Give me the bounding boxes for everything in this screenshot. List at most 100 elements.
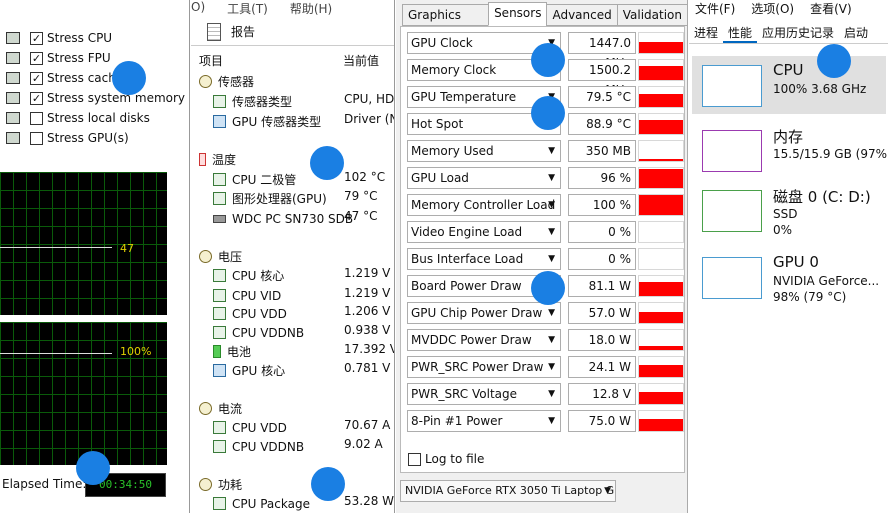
sensor-graph — [638, 167, 684, 189]
graph-value: 47 — [120, 242, 134, 255]
tab-performance[interactable]: 性能 — [723, 22, 758, 43]
sensor-name: PWR_SRC Power Draw — [411, 360, 544, 374]
tree-row-label: CPU Package — [232, 496, 310, 511]
tree-group[interactable]: 传感器 — [199, 72, 254, 91]
performance-item[interactable]: 内存 15.5/15.9 GB (97%) — [692, 121, 888, 179]
sensor-name-dropdown[interactable]: Memory Controller Load ▼ — [407, 194, 561, 216]
sensor-graph-fill — [639, 392, 683, 404]
sensor-name-dropdown[interactable]: Video Engine Load ▼ — [407, 221, 561, 243]
sensor-row: Memory Used ▼ 350 MB — [404, 140, 686, 162]
stress-option[interactable]: ✓ Stress CPU — [0, 28, 189, 48]
stress-option-checkbox[interactable]: ✓ — [30, 51, 43, 65]
sensor-name-dropdown[interactable]: GPU Chip Power Draw ▼ — [407, 302, 561, 324]
stress-option-label: Stress CPU — [47, 31, 113, 45]
tree-row[interactable]: CPU Package — [213, 494, 310, 513]
tree-row[interactable]: 图形处理器(GPU) — [213, 189, 327, 208]
tree-row-value: 1.219 V — [344, 286, 391, 300]
tree-row[interactable]: GPU 传感器类型 — [213, 112, 321, 131]
sensor-name-dropdown[interactable]: 8-Pin #1 Power ▼ — [407, 410, 561, 432]
menu-item-options[interactable]: 选项(O) — [751, 0, 794, 17]
sensor-row: PWR_SRC Voltage ▼ 12.8 V — [404, 383, 686, 405]
stress-option[interactable]: Stress GPU(s) — [0, 128, 189, 148]
marker-dot — [817, 44, 851, 78]
tree-row[interactable]: GPU 核心 — [213, 361, 285, 380]
stress-option-checkbox[interactable] — [30, 131, 43, 145]
battery-icon — [213, 345, 221, 358]
tree-group[interactable]: 电压 — [199, 247, 242, 266]
tree-group[interactable]: 温度 — [199, 150, 236, 169]
tab-advanced[interactable]: Advanced — [546, 4, 618, 26]
menu-item-tools[interactable]: 工具(T) — [227, 0, 268, 17]
stress-test-panel: ✓ Stress CPU ✓ Stress FPU ✓ Stress cache ✓ Stre… — [0, 0, 190, 513]
log-to-file-checkbox[interactable] — [408, 452, 421, 466]
tree-row-value: 9.02 A — [344, 437, 383, 451]
performance-detail: SSD — [773, 207, 798, 221]
column-header-item[interactable]: 项目 — [199, 52, 223, 69]
tree-row[interactable]: CPU VDD — [213, 304, 287, 323]
tree-row-label: CPU VDD — [232, 306, 287, 321]
performance-detail: 0% — [773, 223, 793, 237]
stress-option[interactable]: ✓ Stress FPU — [0, 48, 189, 68]
tree-row[interactable]: 电池 — [213, 342, 251, 361]
tree-row-value: 47 °C — [344, 209, 378, 223]
tree-row-value: 1.219 V — [344, 266, 391, 280]
stress-option-checkbox[interactable]: ✓ — [30, 91, 43, 105]
tree-row-label: CPU 二极管 — [232, 173, 297, 187]
sensor-graph-fill — [639, 312, 683, 323]
stress-option-checkbox[interactable] — [30, 111, 43, 125]
tree-group[interactable]: 电流 — [199, 399, 242, 418]
stress-option[interactable]: ✓ Stress system memory — [0, 88, 189, 108]
performance-item[interactable]: CPU 100% 3.68 GHz — [692, 56, 886, 114]
sensor-value: 0 % — [568, 221, 636, 243]
tab-startup[interactable]: 启动 — [839, 22, 873, 43]
performance-item[interactable]: 磁盘 0 (C: D:) SSD 0% — [692, 181, 886, 239]
tree-row[interactable]: CPU VDD — [213, 418, 287, 437]
sensor-graph-fill — [639, 346, 683, 350]
sensor-name-dropdown[interactable]: Memory Used ▼ — [407, 140, 561, 162]
tree-row-label: 功耗 — [218, 478, 243, 492]
sensor-value: 24.1 W — [568, 356, 636, 378]
sensor-graph — [638, 302, 684, 324]
tree-row[interactable]: 传感器类型 — [213, 92, 292, 111]
stress-option-checkbox[interactable]: ✓ — [30, 71, 43, 85]
tab-processes[interactable]: 进程 — [689, 22, 723, 43]
stress-option-checkbox[interactable]: ✓ — [30, 31, 43, 45]
performance-detail: 100% 3.68 GHz — [773, 82, 867, 96]
tab-validation[interactable]: Validation — [616, 4, 687, 26]
menu-item-view[interactable]: 查看(V) — [810, 0, 852, 17]
sensor-name-dropdown[interactable]: GPU Load ▼ — [407, 167, 561, 189]
menu-item-file[interactable]: 文件(F) — [695, 0, 735, 17]
tab-sensors[interactable]: Sensors — [488, 2, 548, 26]
tree-row[interactable]: CPU 核心 — [213, 266, 284, 285]
marker-dot — [310, 146, 344, 180]
performance-item[interactable]: GPU 0 NVIDIA GeForce... 98% (79 °C) — [692, 248, 886, 306]
sensor-value: 88.9 °C — [568, 113, 636, 135]
log-to-file-option[interactable]: Log to file — [408, 452, 484, 466]
chip-icon — [213, 269, 226, 282]
tree-row[interactable]: CPU VID — [213, 286, 281, 305]
chip-icon — [213, 421, 226, 434]
report-button[interactable]: 报告 — [191, 18, 394, 46]
sensor-name-dropdown[interactable]: MVDDC Power Draw ▼ — [407, 329, 561, 351]
marker-dot — [531, 271, 565, 305]
menu-item-help[interactable]: 帮助(H) — [290, 0, 332, 17]
gpu-select-dropdown[interactable]: NVIDIA GeForce RTX 3050 Ti Laptop G ▼ — [400, 480, 616, 502]
tree-row[interactable]: CPU 二极管 — [213, 170, 296, 189]
sensor-graph-fill — [639, 419, 683, 431]
menu-item-options[interactable]: O) — [191, 0, 205, 17]
stress-option[interactable]: ✓ Stress cache — [0, 68, 189, 88]
tree-row[interactable]: CPU VDDNB — [213, 437, 304, 456]
sensor-graph — [638, 32, 684, 54]
sensor-name-dropdown[interactable]: Bus Interface Load ▼ — [407, 248, 561, 270]
tab-app-history[interactable]: 应用历史记录 — [757, 22, 839, 43]
sensor-name-dropdown[interactable]: PWR_SRC Voltage ▼ — [407, 383, 561, 405]
stress-option-label: Stress local disks — [47, 111, 150, 125]
tree-row[interactable]: CPU VDDNB — [213, 323, 304, 342]
sensor-name-dropdown[interactable]: PWR_SRC Power Draw ▼ — [407, 356, 561, 378]
tab-graphics-card[interactable]: Graphics Card — [402, 4, 490, 43]
tree-group[interactable]: 功耗 — [199, 475, 242, 494]
performance-thumbnail — [702, 65, 762, 107]
stress-option[interactable]: Stress local disks — [0, 108, 189, 128]
column-header-value[interactable]: 当前值 — [343, 52, 379, 69]
tree-row[interactable]: WDC PC SN730 SDB — [213, 209, 353, 228]
